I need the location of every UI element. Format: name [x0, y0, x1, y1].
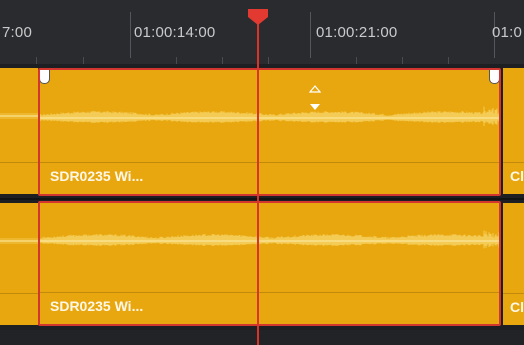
ruler-minor-tick — [36, 57, 37, 64]
audio-clip-selected[interactable]: SDR0235 Wi... — [38, 68, 501, 196]
ruler-minor-tick — [356, 57, 357, 64]
clip-divider — [0, 293, 38, 294]
next-clip-stub[interactable]: Cl — [503, 203, 524, 325]
waveform — [40, 106, 499, 126]
ruler-timecode: 01:00:21:00 — [316, 24, 398, 41]
ruler-minor-tick — [176, 57, 177, 64]
trim-handle-icon[interactable] — [489, 70, 499, 84]
ruler-tick — [130, 12, 131, 58]
ruler-minor-tick — [83, 57, 84, 64]
ruler-minor-tick — [448, 57, 449, 64]
clip-divider — [40, 292, 499, 293]
ruler-timecode: 7:00 — [2, 24, 32, 41]
previous-clip-stub[interactable] — [0, 68, 38, 194]
next-clip-stub[interactable]: Cl — [503, 68, 524, 194]
clip-divider — [40, 162, 499, 163]
clip-divider — [503, 162, 524, 163]
clip-divider — [0, 162, 38, 163]
playhead-marker-icon[interactable] — [247, 8, 269, 26]
ruler-minor-tick — [402, 57, 403, 64]
ruler-timecode: 01:00:14:00 — [134, 24, 216, 41]
playhead-line[interactable] — [257, 16, 259, 345]
fade-up-arrow-icon[interactable] — [309, 84, 321, 94]
ruler-minor-tick — [222, 57, 223, 64]
next-clip-label: Cl — [510, 299, 524, 315]
clip-divider — [503, 293, 524, 294]
waveform — [0, 238, 38, 244]
clip-name-label: SDR0235 Wi... — [50, 298, 144, 314]
waveform — [0, 113, 38, 119]
next-clip-label: Cl — [510, 168, 524, 184]
trim-handle-icon[interactable] — [40, 70, 50, 84]
ruler-minor-tick — [268, 57, 269, 64]
ruler-tick — [310, 12, 311, 58]
ruler-timecode: 01:0 — [492, 24, 522, 41]
audio-clip-selected[interactable]: SDR0235 Wi... — [38, 201, 501, 326]
previous-clip-stub[interactable] — [0, 203, 38, 325]
empty-track-area — [0, 330, 524, 345]
clip-name-label: SDR0235 Wi... — [50, 168, 144, 184]
waveform — [40, 230, 499, 249]
